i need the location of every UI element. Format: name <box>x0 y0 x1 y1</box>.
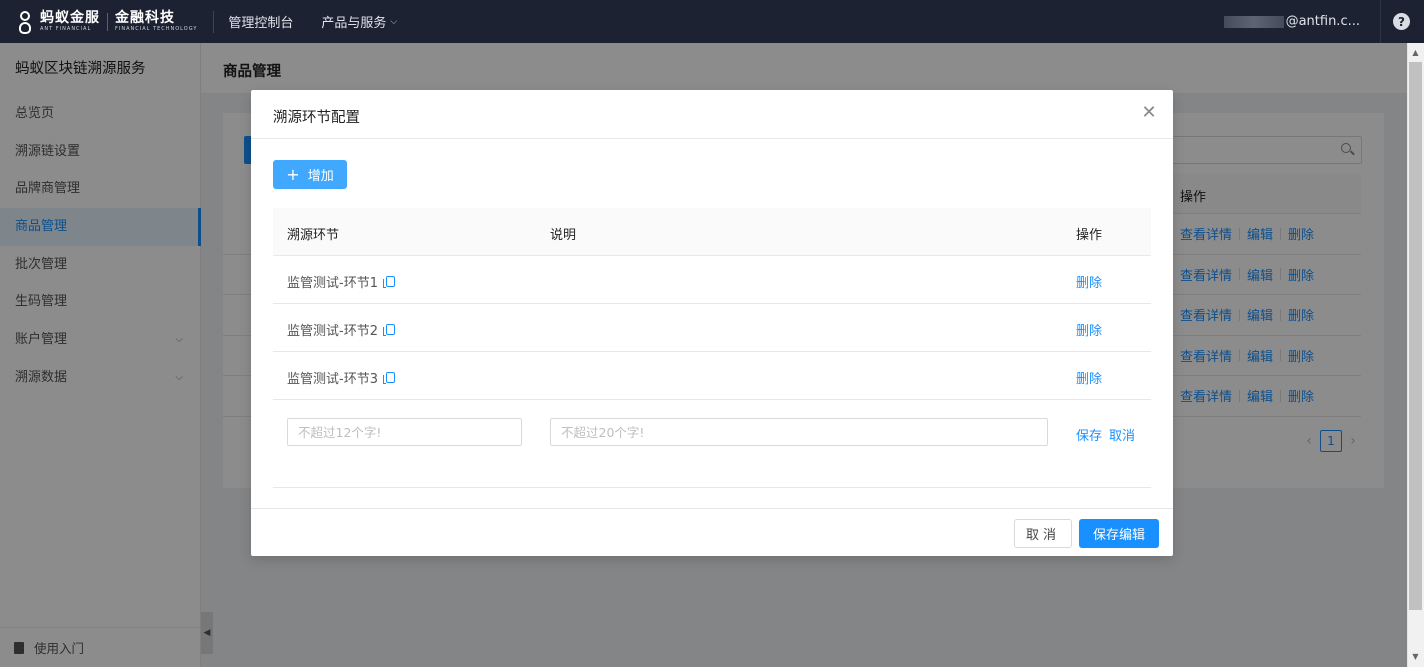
top-nav-bar: 蚂蚁金服 ANT FINANCIAL 金融科技 FINANCIAL TECHNO… <box>0 0 1424 43</box>
scrollbar-thumb[interactable] <box>1409 62 1422 610</box>
save-row-link[interactable]: 保存 <box>1076 425 1102 444</box>
trace-step-table: 溯源环节 说明 操作 监管测试-环节1 删除 监管测试-环节2 删除 监管测试-… <box>273 208 1151 488</box>
brand-logo[interactable]: 蚂蚁金服 ANT FINANCIAL 金融科技 FINANCIAL TECHNO… <box>0 0 197 43</box>
column-header-step: 溯源环节 <box>287 228 340 243</box>
brand-name: 蚂蚁金服 <box>40 10 100 26</box>
plus-icon: + <box>286 164 300 184</box>
copy-icon[interactable] <box>382 324 395 336</box>
delete-link[interactable]: 删除 <box>1076 272 1102 291</box>
copy-icon[interactable] <box>382 372 395 384</box>
delete-link[interactable]: 删除 <box>1076 368 1102 387</box>
help-divider <box>1380 0 1381 43</box>
brand2-name-en: FINANCIAL TECHNOLOGY <box>115 26 198 32</box>
step-description-input[interactable] <box>550 418 1048 446</box>
logo-divider <box>107 12 108 31</box>
user-email[interactable]: @antfin.c... <box>1286 14 1360 29</box>
column-header-action: 操作 <box>1076 228 1103 243</box>
table-row: 监管测试-环节3 删除 <box>273 352 1151 400</box>
copy-icon[interactable] <box>382 276 395 288</box>
scroll-up-icon[interactable]: ▲ <box>1409 46 1422 59</box>
delete-link[interactable]: 删除 <box>1076 320 1102 339</box>
trace-step-config-modal: 溯源环节配置 ✕ + 增加 溯源环节 说明 操作 监管测试-环节1 删除 监管测… <box>251 90 1173 556</box>
modal-header: 溯源环节配置 ✕ <box>251 90 1173 139</box>
step-name: 监管测试-环节3 <box>287 372 378 387</box>
column-header-description: 说明 <box>550 228 577 243</box>
table-row: 监管测试-环节1 删除 <box>273 256 1151 304</box>
step-name: 监管测试-环节1 <box>287 276 378 291</box>
add-step-button[interactable]: + 增加 <box>273 160 347 189</box>
modal-title: 溯源环节配置 <box>273 110 360 126</box>
nav-products-label: 产品与服务 <box>321 16 387 31</box>
close-icon[interactable]: ✕ <box>1137 102 1161 126</box>
table-row: 监管测试-环节2 删除 <box>273 304 1151 352</box>
new-step-row: 保存 取消 <box>273 400 1151 488</box>
add-step-label: 增加 <box>307 169 334 184</box>
nav-products-services[interactable]: 产品与服务 ⌵ <box>307 12 411 31</box>
masked-username <box>1223 15 1284 28</box>
save-edit-button[interactable]: 保存编辑 <box>1079 519 1159 548</box>
table-header: 溯源环节 说明 操作 <box>273 208 1151 256</box>
chevron-down-icon: ⌵ <box>390 16 398 27</box>
scroll-down-icon[interactable]: ▼ <box>1409 650 1422 663</box>
brand-name-en: ANT FINANCIAL <box>40 26 92 32</box>
cancel-button[interactable]: 取消 <box>1014 519 1072 548</box>
brand2-name: 金融科技 <box>115 10 175 26</box>
step-name-input[interactable] <box>287 418 522 446</box>
help-icon[interactable]: ? <box>1393 13 1410 30</box>
ant-logo-icon <box>14 8 36 36</box>
modal-footer: 取消 保存编辑 <box>251 508 1173 556</box>
cancel-row-link[interactable]: 取消 <box>1109 425 1135 444</box>
nav-console[interactable]: 管理控制台 <box>214 12 307 31</box>
step-name: 监管测试-环节2 <box>287 324 378 339</box>
